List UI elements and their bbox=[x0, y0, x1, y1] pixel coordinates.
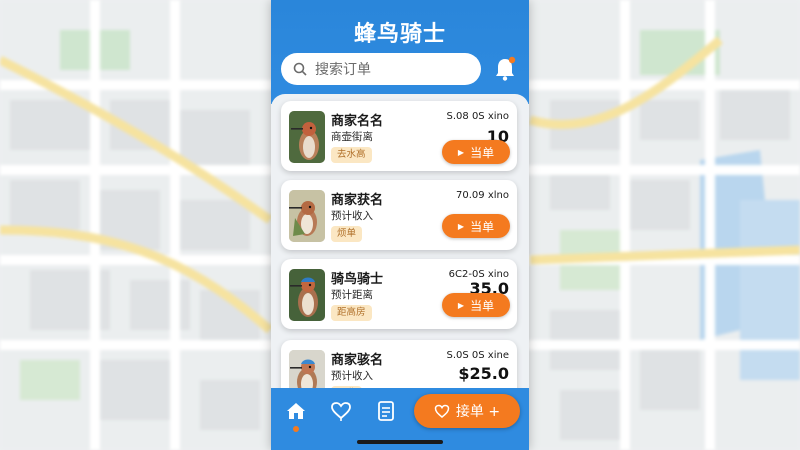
merchant-name: 商家获名 bbox=[331, 193, 384, 208]
home-indicator bbox=[357, 440, 443, 444]
accept-order-label: 接单 + bbox=[455, 404, 501, 420]
search-placeholder: 搜索订单 bbox=[315, 62, 371, 78]
list-icon[interactable] bbox=[375, 400, 397, 422]
search-icon bbox=[293, 62, 307, 76]
merchant-address: 预计收入 bbox=[331, 210, 373, 222]
order-amount: $25.0 bbox=[458, 364, 509, 383]
phone-screen: 蜂鸟骑士 搜索订单 商家名名 商壶街离 去水高 S.08 0S xino 10 … bbox=[271, 0, 529, 450]
hummingbird-avatar bbox=[289, 111, 325, 163]
app-title: 蜂鸟骑士 bbox=[353, 22, 446, 47]
order-price: S.0S 0S xine bbox=[446, 350, 510, 361]
merchant-address: 商壶街离 bbox=[331, 131, 373, 143]
merchant-name: 商家骇名 bbox=[331, 353, 384, 368]
merchant-name: 骑鸟骑士 bbox=[331, 272, 384, 287]
play-icon: ▶ bbox=[457, 300, 465, 310]
grab-order-label: 当单 bbox=[470, 219, 495, 234]
grab-order-label: 当单 bbox=[470, 298, 495, 313]
hummingbird-avatar bbox=[289, 190, 325, 242]
merchant-address: 预计距离 bbox=[331, 289, 373, 301]
notification-dot bbox=[508, 56, 516, 64]
active-indicator bbox=[293, 426, 299, 432]
order-card[interactable]: 商家获名 预计收入 烦单 70.09 xlno ▶ 当单 bbox=[281, 180, 517, 250]
bell-icon[interactable] bbox=[493, 56, 517, 82]
merchant-name: 商家名名 bbox=[331, 114, 384, 129]
grab-order-button[interactable]: ▶ 当单 bbox=[442, 140, 510, 164]
order-card[interactable]: 商家名名 商壶街离 去水高 S.08 0S xino 10 ▶ 当单 bbox=[281, 101, 517, 171]
order-price: S.08 0S xino bbox=[446, 111, 509, 122]
grab-order-button[interactable]: ▶ 当单 bbox=[442, 293, 510, 317]
accept-order-button[interactable]: 接单 + bbox=[414, 394, 520, 428]
hummingbird-avatar bbox=[289, 269, 325, 321]
search-input[interactable]: 搜索订单 bbox=[281, 53, 481, 85]
grab-order-button[interactable]: ▶ 当单 bbox=[442, 214, 510, 238]
heart-shield-icon bbox=[434, 404, 450, 418]
home-icon[interactable] bbox=[285, 400, 307, 422]
play-icon: ▶ bbox=[457, 221, 465, 231]
play-icon: ▶ bbox=[457, 147, 465, 157]
status-badge: 烦单 bbox=[331, 226, 363, 242]
order-price: 70.09 xlno bbox=[456, 190, 509, 201]
status-badge: 距高房 bbox=[331, 305, 372, 321]
order-card[interactable]: 骑鸟骑士 预计距离 距高房 6C2-0S xino 35.0 ▶ 当单 bbox=[281, 259, 517, 329]
merchant-address: 预计收入 bbox=[331, 370, 373, 382]
app-header: 蜂鸟骑士 搜索订单 bbox=[271, 0, 529, 104]
heart-icon[interactable] bbox=[330, 400, 352, 422]
status-badge: 去水高 bbox=[331, 147, 372, 163]
grab-order-label: 当单 bbox=[470, 145, 495, 160]
